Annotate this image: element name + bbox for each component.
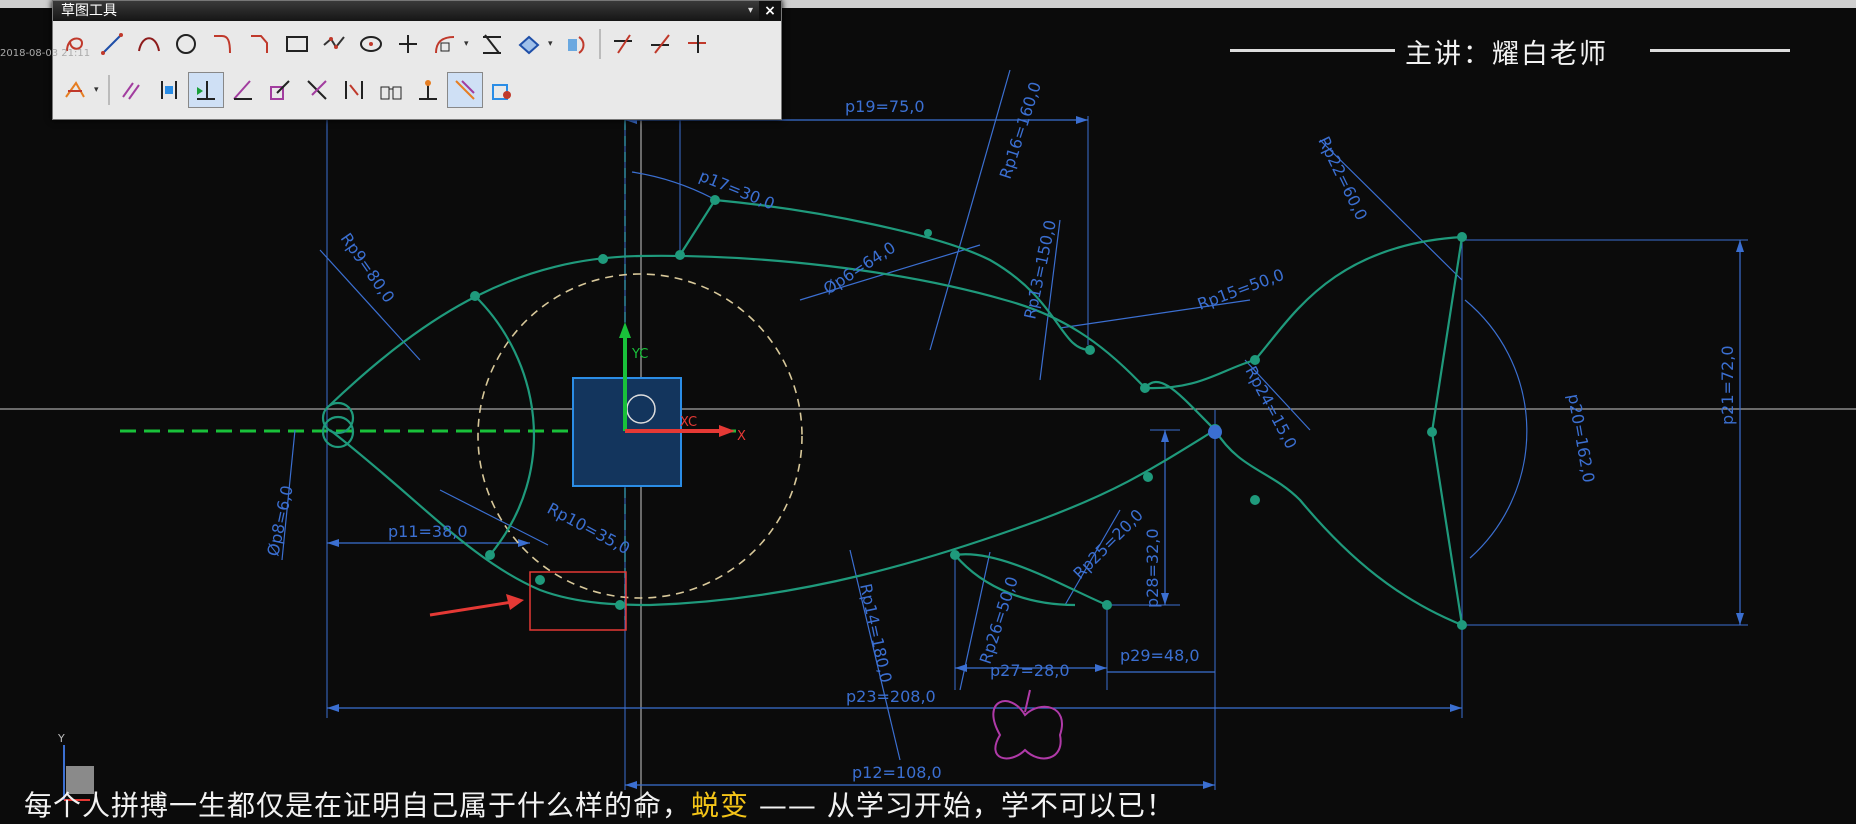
offset-curve-icon[interactable] [427,26,463,62]
make-corner-icon[interactable] [679,26,715,62]
inferred-constraints-icon[interactable] [336,72,372,108]
lecturer-banner: 主讲：耀白老师 [1230,30,1790,70]
continuous-auto-dimension-icon[interactable] [188,72,224,108]
lecturer-name: 主讲：耀白老师 [1405,39,1608,70]
dim-p23[interactable]: p23=208,0 [846,687,936,706]
yc-label: YC [631,347,648,362]
dim-p27[interactable]: p27=28,0 [990,661,1070,680]
show-constraints-icon[interactable] [151,72,187,108]
subtitle-text-start: 每个人拼搏一生都仅是在证明自己属于什么样的命， [24,789,692,822]
chamfer-icon[interactable] [242,26,278,62]
lecturer-line-left [1230,49,1395,52]
auto-dimension-icon[interactable] [57,72,93,108]
trim-corner-icon[interactable] [474,26,510,62]
alternate-solution-icon[interactable] [299,72,335,108]
dim-p12[interactable]: p12=108,0 [852,763,942,782]
offset-dropdown-chevron-icon[interactable]: ▾ [464,39,474,49]
line-icon[interactable] [94,26,130,62]
arc-icon[interactable] [131,26,167,62]
dim-p28[interactable]: p28=32,0 [1143,528,1162,608]
geometric-constraint-icon[interactable] [114,72,150,108]
toolbar-title: 草图工具 [61,3,117,19]
animate-dimension-icon[interactable] [262,72,298,108]
circle-icon[interactable] [168,26,204,62]
toolbar-title-bar[interactable]: 草图工具 ▾ × [53,1,781,21]
lecturer-line-right [1650,49,1790,52]
wcs-y-label: Y [57,732,65,745]
quick-trim-icon[interactable] [605,26,641,62]
rectangle-icon[interactable] [279,26,315,62]
xc-label: XC [680,415,697,430]
pattern-curve-icon[interactable] [558,26,594,62]
convert-reference-icon[interactable] [225,72,261,108]
toolbar-row-2: ▾ [53,67,781,113]
subtitle-banner: 每个人拼搏一生都仅是在证明自己属于什么样的命，蜕变 —— 从学习开始，学不可以已… [24,784,1175,824]
subtitle-text-end: —— 从学习开始，学不可以已！ [749,789,1175,822]
polygon-icon[interactable] [316,26,352,62]
toolbar-separator [108,75,110,105]
sketch-tools-toolbar[interactable]: 草图工具 ▾ × ▾ ▾ ▾ [52,0,782,120]
relax-dimension-icon[interactable] [447,72,483,108]
sketch-settings-icon[interactable] [484,72,520,108]
mirror-dropdown-chevron-icon[interactable]: ▾ [548,39,558,49]
dim-p11[interactable]: p11=38,0 [388,522,468,541]
toolbar-row-1: ▾ ▾ [53,21,781,67]
point-icon[interactable] [390,26,426,62]
x-label: X [737,429,746,444]
sketch-canvas[interactable]: YC XC X p19=75,0 Rp16=160,0 Rp22=60,0 p1… [0,0,1856,818]
ellipse-icon[interactable] [353,26,389,62]
subtitle-highlight: 蜕变 [691,789,750,822]
dim-p19[interactable]: p19=75,0 [845,97,925,116]
mirror-curve-icon[interactable] [511,26,547,62]
toolbar-separator [599,29,601,59]
fillet-icon[interactable] [205,26,241,62]
dim-p21[interactable]: p21=72,0 [1718,345,1737,425]
create-inferred-icon[interactable] [410,72,446,108]
dimension-dropdown-chevron-icon[interactable]: ▾ [94,85,104,95]
quick-extend-icon[interactable] [642,26,678,62]
recording-date-stamp: 2018-08-03 21:11 [0,48,91,59]
display-sketch-constraints-icon[interactable] [373,72,409,108]
dim-p29[interactable]: p29=48,0 [1120,646,1200,665]
toolbar-options-chevron-icon[interactable]: ▾ [748,1,753,21]
toolbar-close-button[interactable]: × [759,1,781,21]
